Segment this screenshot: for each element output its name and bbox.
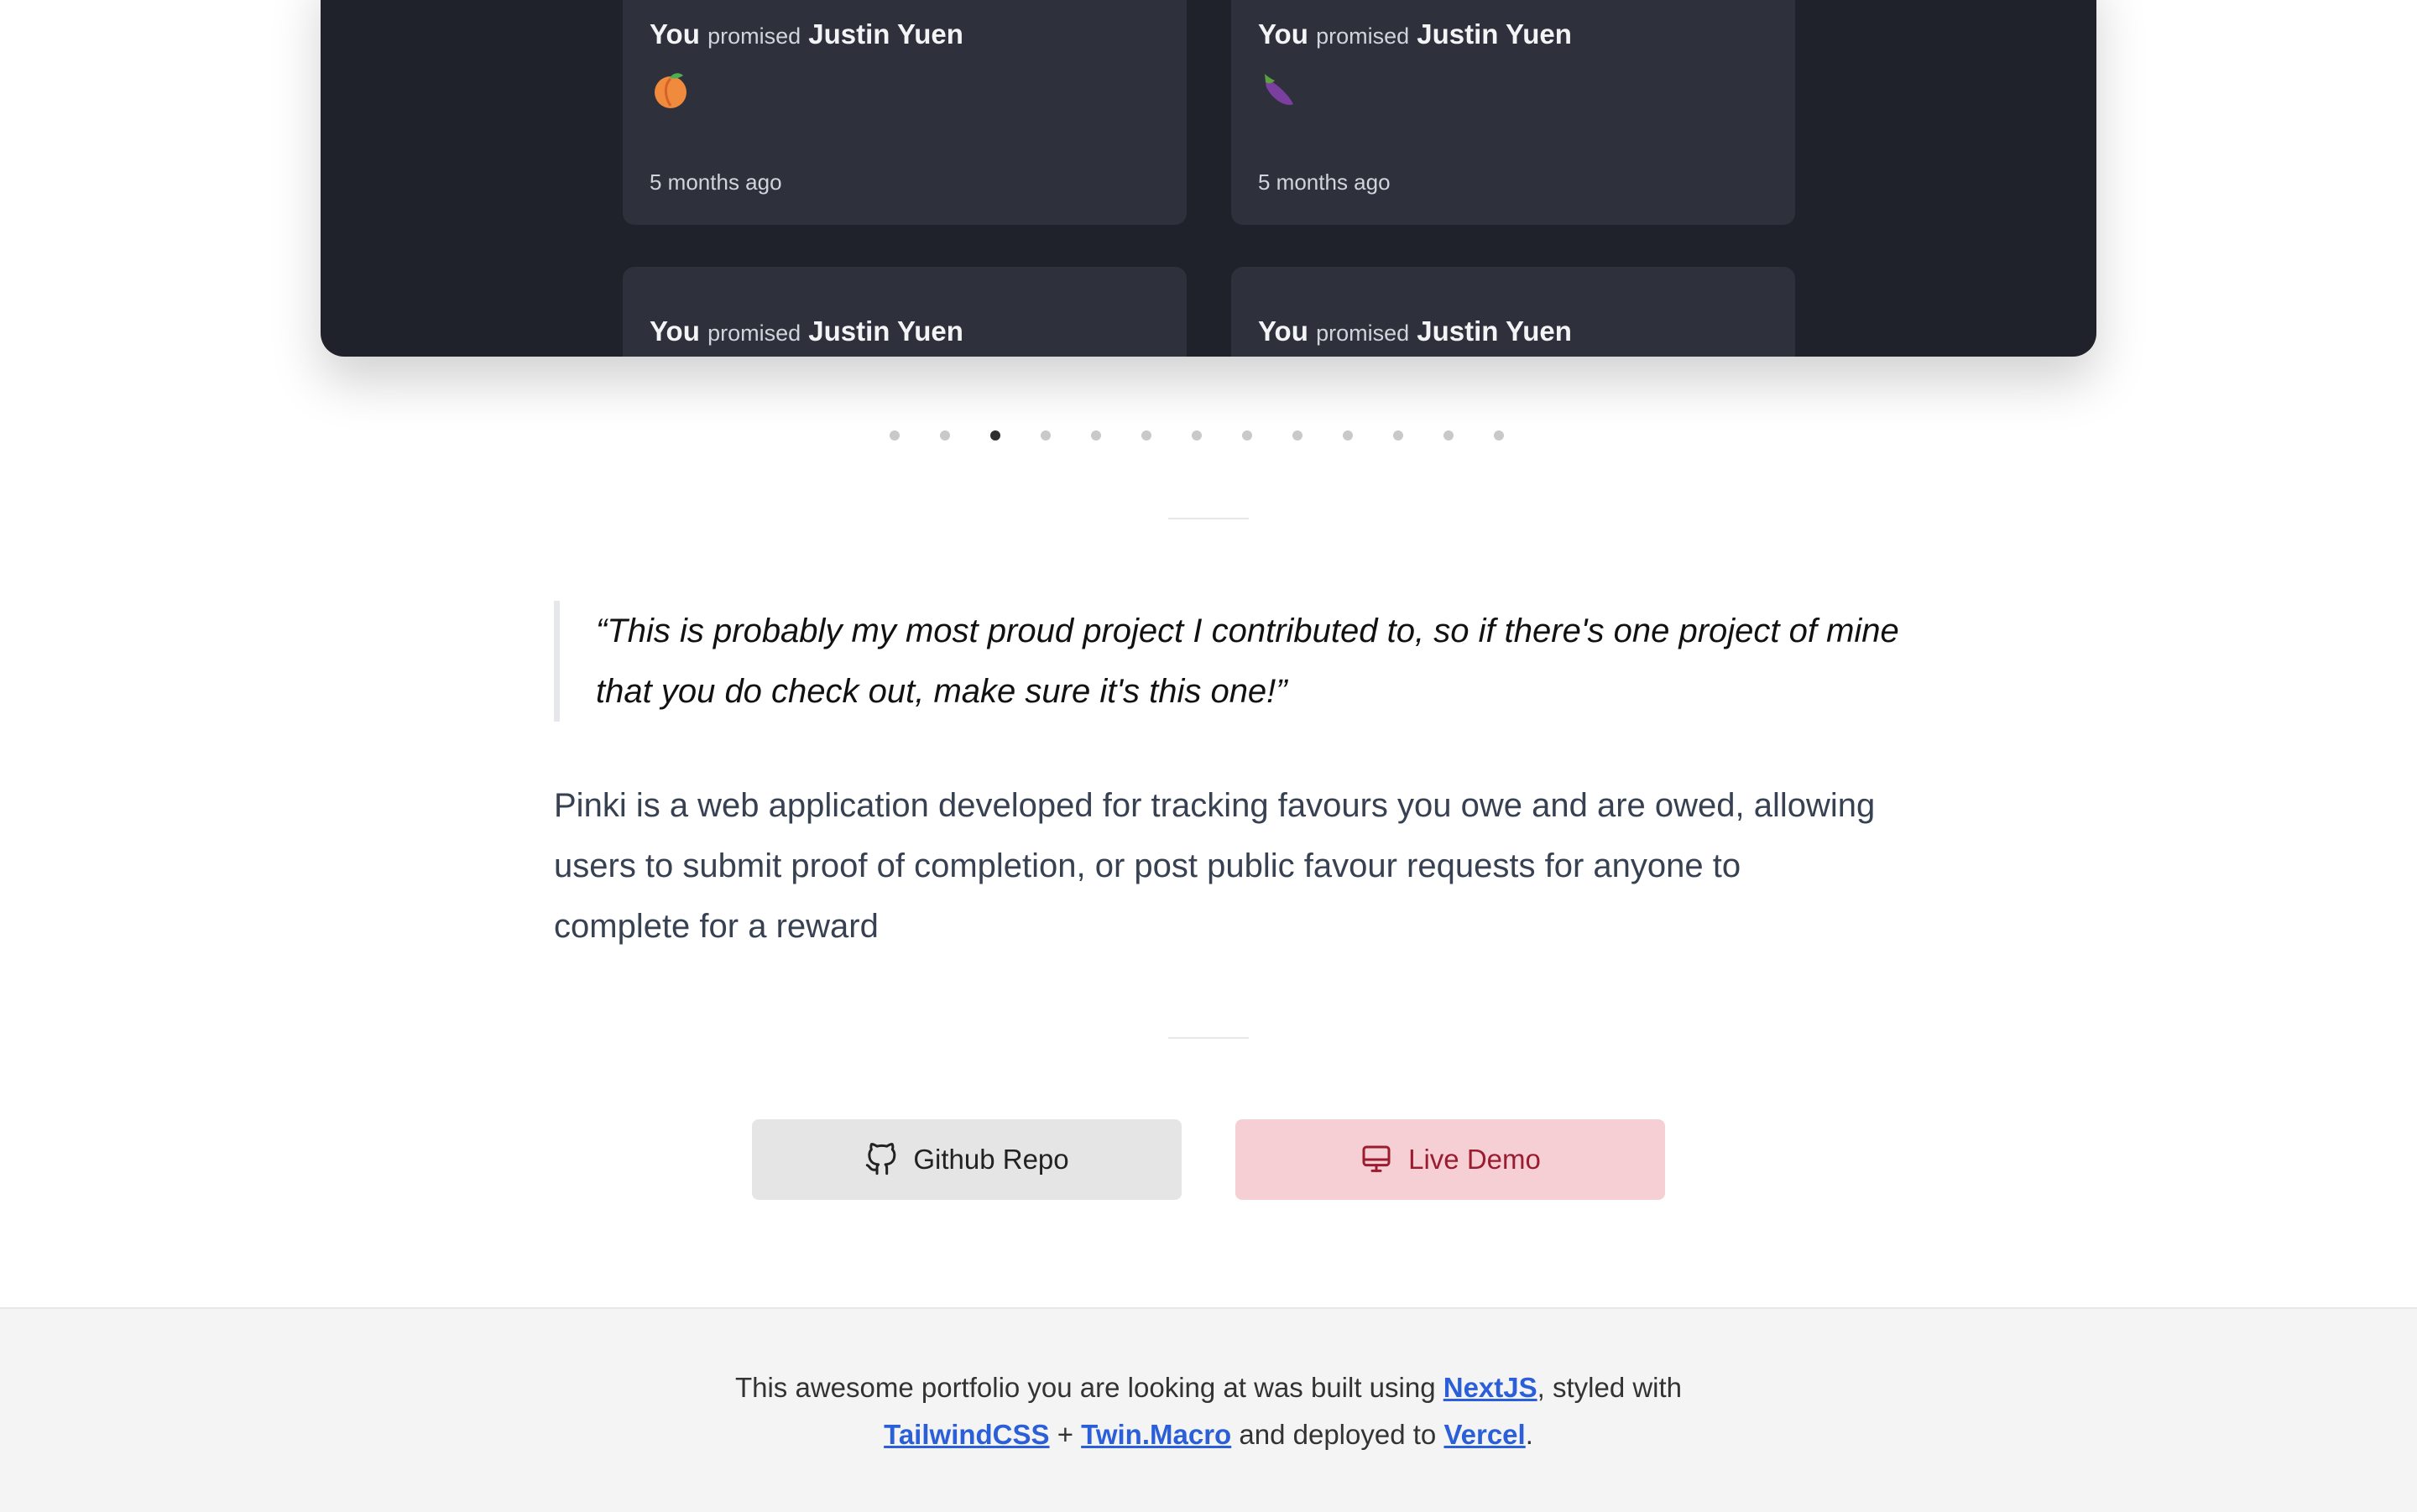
favour-subject: You <box>650 315 700 347</box>
footer-credits: This awesome portfolio you are looking a… <box>705 1364 1712 1458</box>
peach-emoji <box>655 73 686 108</box>
page-footer: This awesome portfolio you are looking a… <box>0 1307 2417 1512</box>
carousel-dot[interactable] <box>1091 430 1101 441</box>
carousel-dot[interactable] <box>1192 430 1202 441</box>
github-repo-button[interactable]: Github Repo <box>752 1119 1182 1200</box>
favour-time: 5 months ago <box>650 169 782 195</box>
carousel-slide: You promised Justin Yuen 5 months ago Yo… <box>321 0 2096 357</box>
github-icon <box>866 1143 896 1176</box>
github-repo-label: Github Repo <box>913 1144 1069 1175</box>
vercel-link[interactable]: Vercel <box>1443 1419 1525 1450</box>
section-divider <box>1168 1037 1249 1039</box>
carousel-dot[interactable] <box>1343 430 1353 441</box>
favour-target: Justin Yuen <box>1417 315 1572 347</box>
section-divider <box>1168 518 1249 519</box>
carousel-dot[interactable] <box>1141 430 1151 441</box>
quote-text: “This is probably my most proud project … <box>596 613 1899 710</box>
favour-target: Justin Yuen <box>1417 18 1572 50</box>
favour-subject: You <box>1258 18 1308 50</box>
monitor-icon <box>1362 1145 1391 1172</box>
carousel-dot[interactable] <box>1393 430 1403 441</box>
tailwindcss-link[interactable]: TailwindCSS <box>884 1419 1049 1450</box>
footer-text: . <box>1525 1419 1533 1450</box>
carousel-dot[interactable] <box>1292 430 1302 441</box>
footer-text: + <box>1049 1419 1082 1450</box>
carousel-dot[interactable] <box>890 430 900 441</box>
favour-verb: promised <box>707 23 801 49</box>
carousel-dot[interactable] <box>1443 430 1454 441</box>
favour-verb: promised <box>1316 321 1410 346</box>
favour-verb: promised <box>707 321 801 346</box>
favour-card: You promised Justin Yuen <box>623 267 1187 357</box>
carousel-dot[interactable] <box>1041 430 1051 441</box>
carousel-dot[interactable] <box>940 430 950 441</box>
live-demo-button[interactable]: Live Demo <box>1235 1119 1665 1200</box>
eggplant-emoji <box>1265 74 1293 106</box>
favour-subject: You <box>650 18 700 50</box>
favour-verb: promised <box>1316 23 1410 49</box>
footer-text: and deployed to <box>1231 1419 1444 1450</box>
live-demo-label: Live Demo <box>1408 1144 1541 1175</box>
favour-card-title: You promised Justin Yuen <box>650 315 963 347</box>
project-quote: “This is probably my most proud project … <box>554 601 1899 722</box>
favour-time: 5 months ago <box>1258 169 1391 195</box>
twin-macro-link[interactable]: Twin.Macro <box>1081 1419 1231 1450</box>
favour-card-title: You promised Justin Yuen <box>1258 315 1572 347</box>
footer-text: This awesome portfolio you are looking a… <box>734 1372 1443 1403</box>
favour-card: You promised Justin Yuen 5 months ago <box>623 0 1187 225</box>
carousel-dot[interactable] <box>1242 430 1252 441</box>
carousel-dot[interactable] <box>990 430 1000 441</box>
carousel-dot[interactable] <box>1494 430 1504 441</box>
favour-target: Justin Yuen <box>808 315 963 347</box>
favour-card: You promised Justin Yuen 5 months ago <box>1231 0 1795 225</box>
favour-subject: You <box>1258 315 1308 347</box>
nextjs-link[interactable]: NextJS <box>1443 1372 1537 1403</box>
project-description: Pinki is a web application developed for… <box>554 787 1876 945</box>
favour-card-title: You promised Justin Yuen <box>1258 18 1572 50</box>
favour-card: You promised Justin Yuen <box>1231 267 1795 357</box>
footer-text: , styled with <box>1537 1372 1683 1403</box>
carousel-pagination <box>890 430 1527 442</box>
favour-target: Justin Yuen <box>808 18 963 50</box>
favour-card-title: You promised Justin Yuen <box>650 18 963 50</box>
